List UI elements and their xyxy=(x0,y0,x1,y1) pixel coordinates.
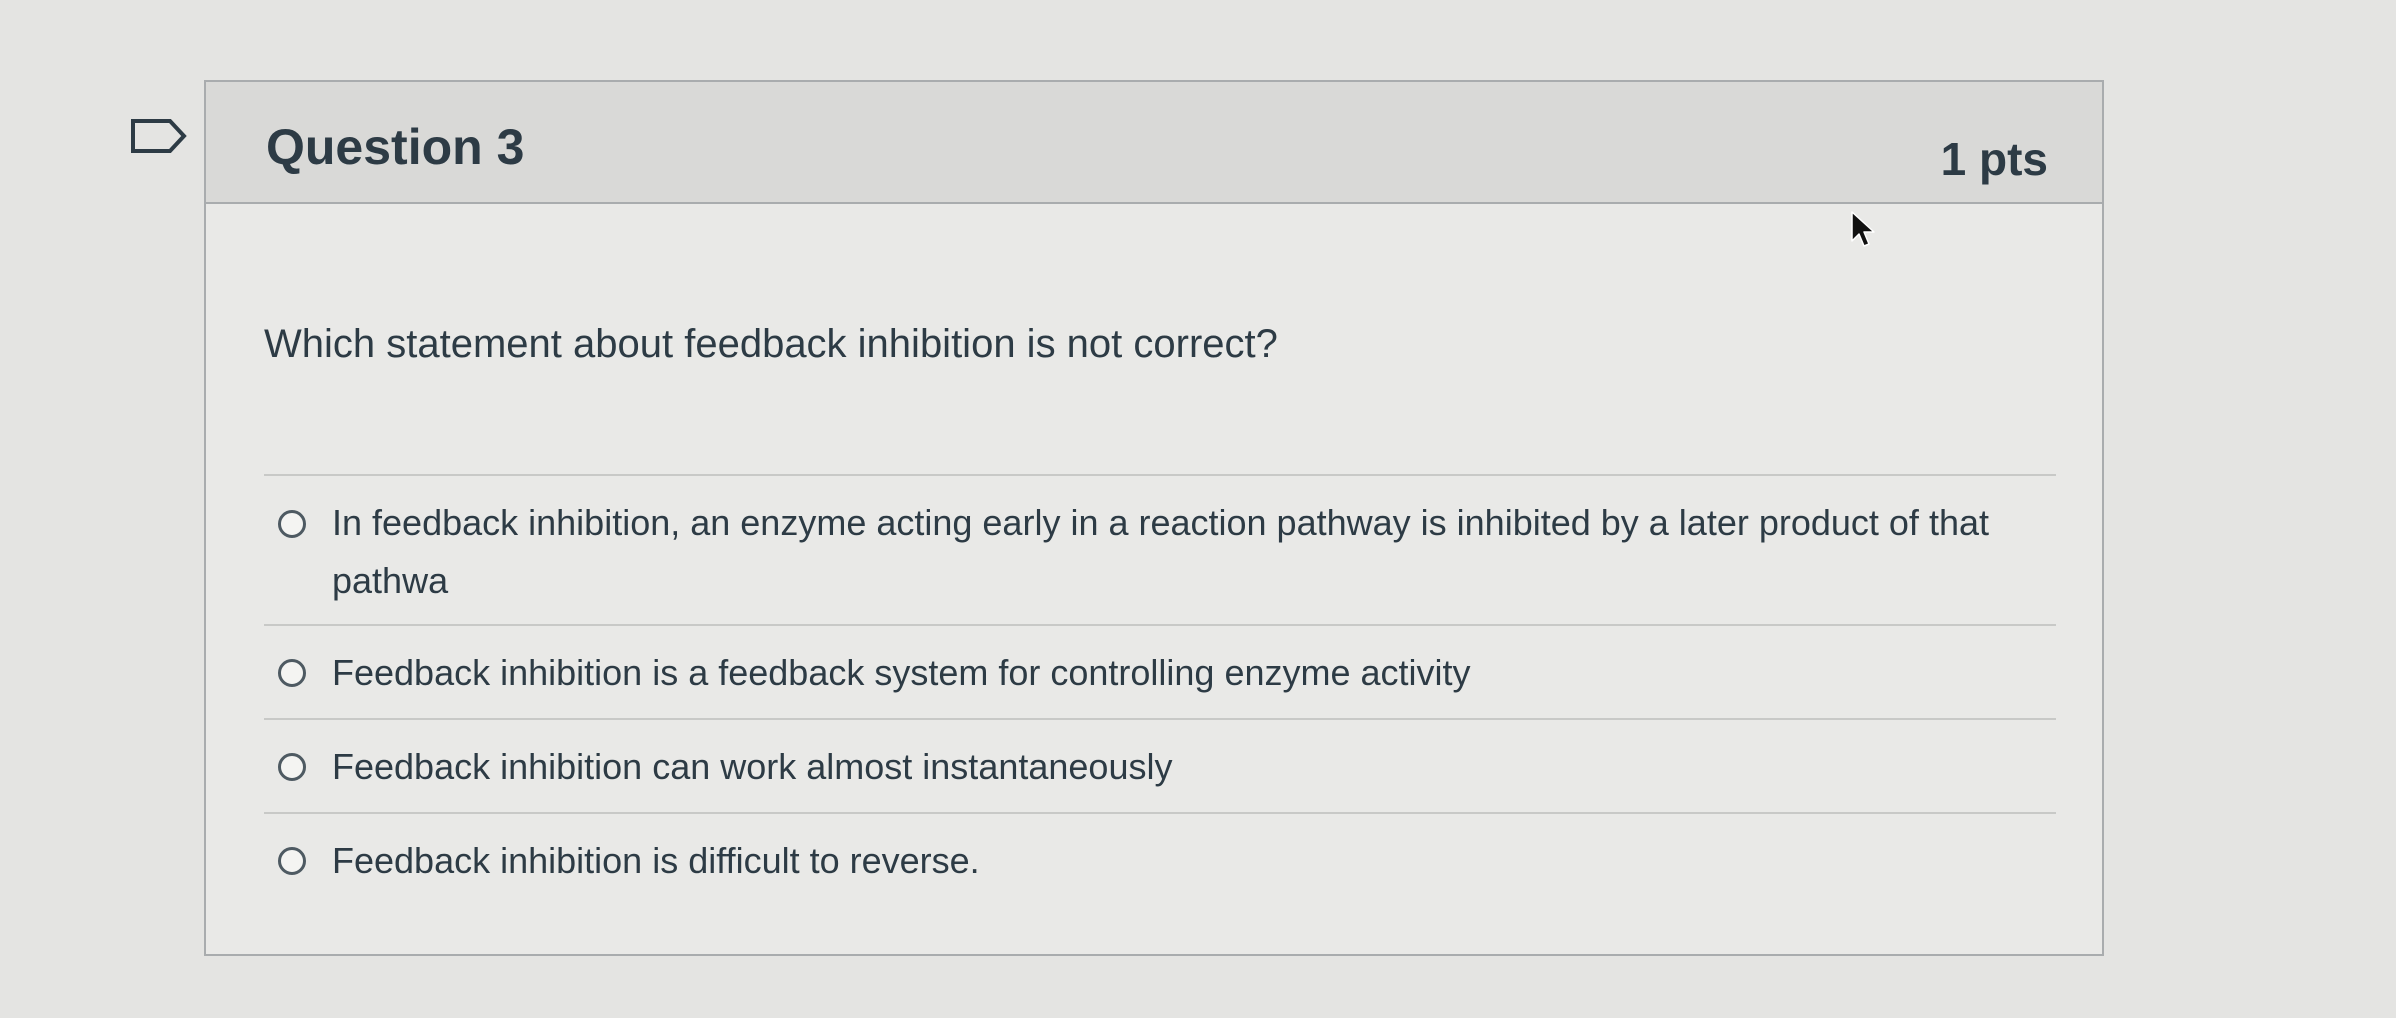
question-text: Which statement about feedback inhibitio… xyxy=(264,322,1278,366)
question-card: Question 3 1 pts Which statement about f… xyxy=(204,80,2104,956)
radio-button-icon[interactable] xyxy=(278,753,306,781)
answer-option-2[interactable]: Feedback inhibition is a feedback system… xyxy=(264,626,2056,720)
question-title: Question 3 xyxy=(266,119,525,175)
answer-option-4[interactable]: Feedback inhibition is difficult to reve… xyxy=(264,814,2056,908)
radio-button-icon[interactable] xyxy=(278,847,306,875)
answer-list: In feedback inhibition, an enzyme acting… xyxy=(264,474,2056,908)
answer-label: In feedback inhibition, an enzyme acting… xyxy=(332,502,1989,601)
bookmark-flag-icon[interactable] xyxy=(130,118,188,154)
question-header: Question 3 1 pts xyxy=(206,82,2102,204)
radio-button-icon[interactable] xyxy=(278,510,306,538)
answer-option-1[interactable]: In feedback inhibition, an enzyme acting… xyxy=(264,476,2056,626)
answer-label: Feedback inhibition is difficult to reve… xyxy=(332,840,980,881)
mouse-pointer-icon xyxy=(1851,211,1875,247)
answer-option-3[interactable]: Feedback inhibition can work almost inst… xyxy=(264,720,2056,814)
answer-label: Feedback inhibition is a feedback system… xyxy=(332,652,1471,693)
answer-label: Feedback inhibition can work almost inst… xyxy=(332,746,1173,787)
radio-button-icon[interactable] xyxy=(278,659,306,687)
question-points: 1 pts xyxy=(1940,133,2048,185)
